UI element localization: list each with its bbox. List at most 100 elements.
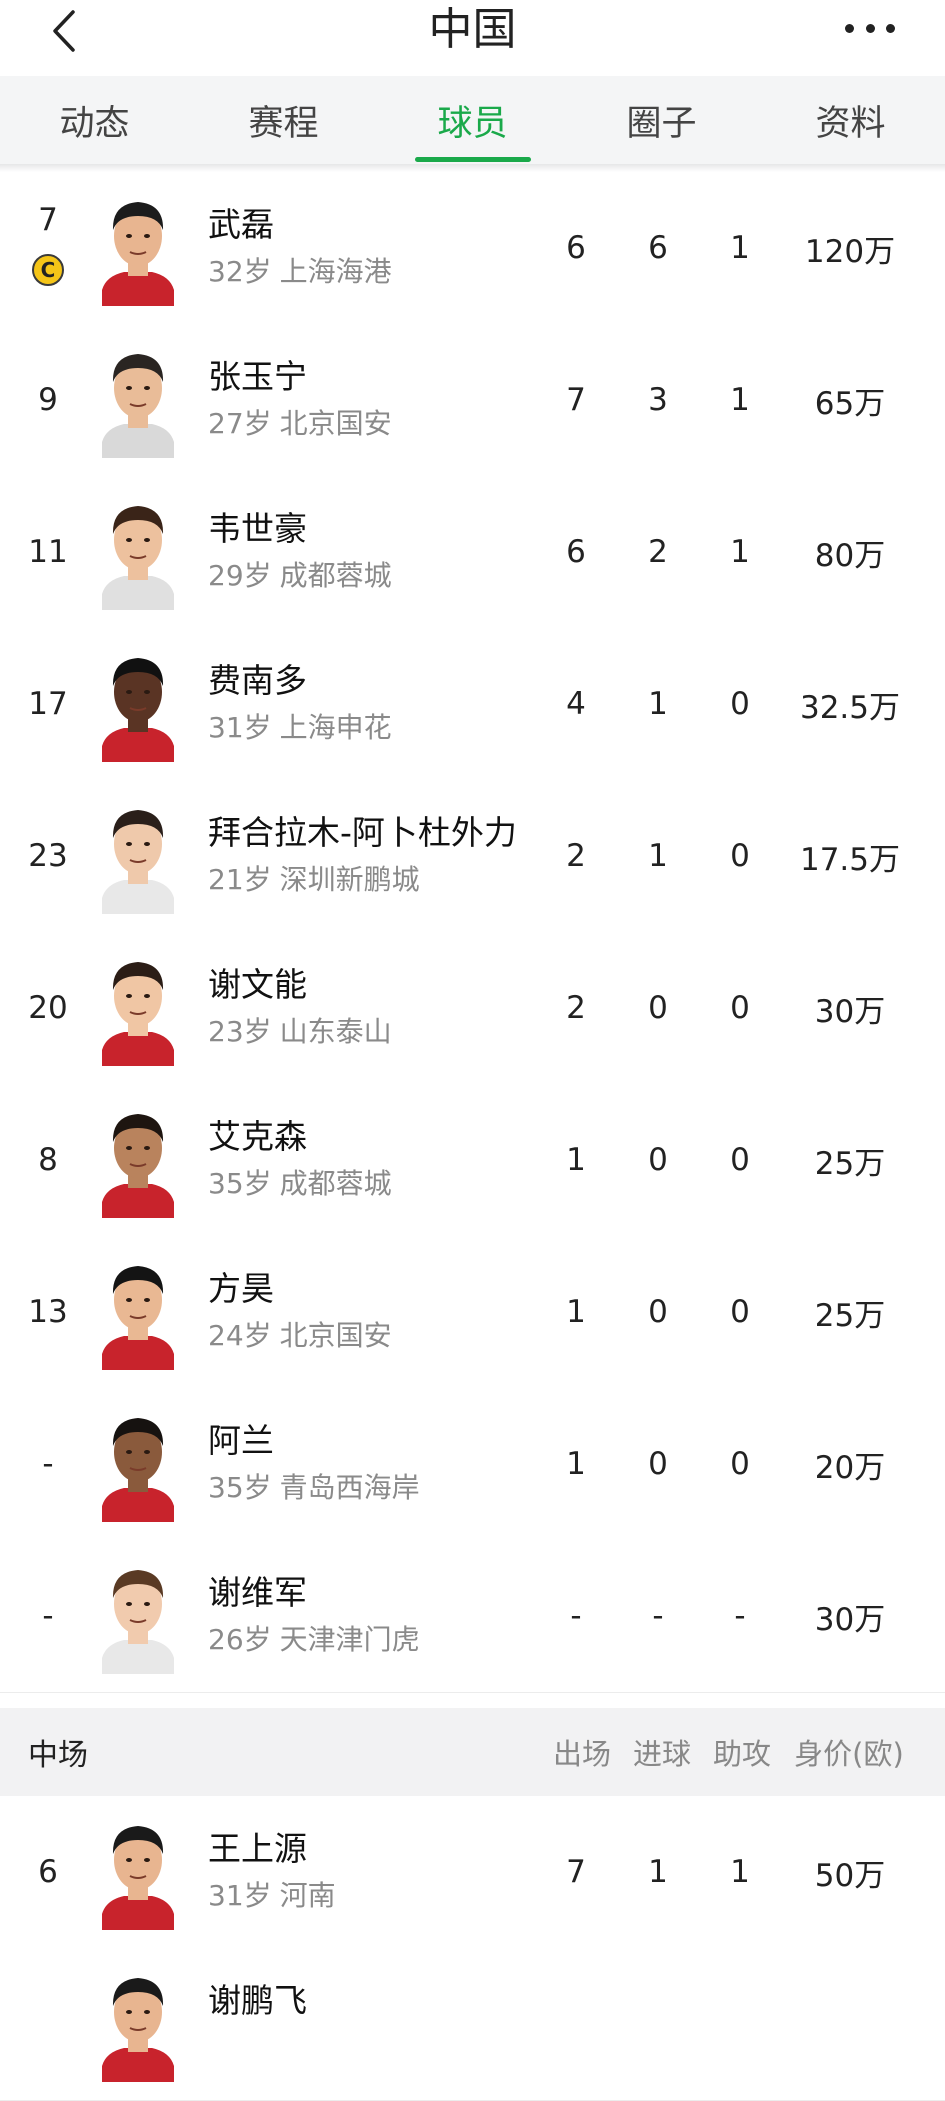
player-age: 29岁 xyxy=(208,559,272,592)
more-button[interactable] xyxy=(845,8,895,48)
stat-assists: 0 xyxy=(730,1142,750,1178)
stat-assists: 1 xyxy=(730,1854,750,1890)
market-value: 120万 xyxy=(804,233,896,270)
tab-bar: 动态 赛程 球员 圈子 资料 xyxy=(0,76,945,164)
player-info: 24岁 北京国安 xyxy=(208,1314,392,1354)
stat-apps: 2 xyxy=(566,990,586,1026)
player-club: 成都蓉城 xyxy=(279,1167,392,1200)
jersey-number: 23 xyxy=(28,838,68,874)
player-age: 31岁 xyxy=(208,1879,272,1912)
player-club: 天津津门虎 xyxy=(279,1623,420,1656)
avatar xyxy=(98,1254,178,1370)
tab-1[interactable]: 赛程 xyxy=(189,76,378,164)
player-club: 北京国安 xyxy=(279,1319,392,1352)
player-row[interactable]: 20 谢文能 23岁 山东泰山 2 0 0 30万 xyxy=(0,932,945,1085)
header-value: 身价(欧) xyxy=(794,1737,904,1771)
tab-3[interactable]: 圈子 xyxy=(567,76,756,164)
jersey-number: 9 xyxy=(38,382,58,418)
stat-goals: - xyxy=(652,1598,664,1634)
player-info xyxy=(208,2026,216,2059)
player-row[interactable]: 8 艾克森 35岁 成都蓉城 1 0 0 25万 xyxy=(0,1084,945,1237)
player-club: 上海海港 xyxy=(279,255,392,288)
player-row[interactable]: 9 张玉宁 27岁 北京国安 7 3 1 65万 xyxy=(0,324,945,477)
avatar xyxy=(98,798,178,914)
stat-apps: 7 xyxy=(566,382,586,418)
player-row[interactable]: 13 方昊 24岁 北京国安 1 0 0 25万 xyxy=(0,1236,945,1389)
player-age: 21岁 xyxy=(208,863,272,896)
player-row[interactable]: 23 拜合拉木-阿卜杜外力 21岁 深圳新鹏城 2 1 0 17.5万 xyxy=(0,780,945,933)
tab-label: 资料 xyxy=(815,103,886,144)
stat-apps: 4 xyxy=(566,686,586,722)
player-row[interactable]: 11 韦世豪 29岁 成都蓉城 6 2 1 80万 xyxy=(0,476,945,629)
avatar xyxy=(98,190,178,306)
avatar xyxy=(98,1814,178,1930)
player-name: 谢文能 xyxy=(208,965,307,1004)
jersey-number: 6 xyxy=(38,1854,58,1890)
market-value: 80万 xyxy=(814,537,886,574)
player-name: 王上源 xyxy=(208,1829,307,1868)
captain-badge-icon: C xyxy=(32,254,64,286)
jersey-number: - xyxy=(42,1598,54,1634)
player-row[interactable]: 6 王上源 31岁 河南 7 1 1 50万 xyxy=(0,1796,945,1949)
stat-assists: 0 xyxy=(730,838,750,874)
stat-goals: 2 xyxy=(648,534,668,570)
tab-label: 赛程 xyxy=(248,103,319,144)
player-row[interactable]: - 谢维军 26岁 天津津门虎 - - - 30万 xyxy=(0,1540,945,1693)
player-club: 山东泰山 xyxy=(279,1015,392,1048)
player-info: 26岁 天津津门虎 xyxy=(208,1618,420,1658)
stat-assists: 0 xyxy=(730,990,750,1026)
player-age: 27岁 xyxy=(208,407,272,440)
avatar xyxy=(98,950,178,1066)
jersey-number: 13 xyxy=(28,1294,68,1330)
stat-assists: 1 xyxy=(730,534,750,570)
header-goals: 进球 xyxy=(632,1737,691,1771)
stat-apps: 6 xyxy=(566,534,586,570)
market-value: 30万 xyxy=(814,1601,886,1638)
stat-goals: 1 xyxy=(648,686,668,722)
stat-goals: 6 xyxy=(648,230,668,266)
market-value: 65万 xyxy=(814,385,886,422)
stat-goals: 3 xyxy=(648,382,668,418)
avatar xyxy=(98,1966,178,2082)
player-age: 35岁 xyxy=(208,1471,272,1504)
market-value: 32.5万 xyxy=(799,689,901,726)
market-value: 25万 xyxy=(814,1297,886,1334)
player-row[interactable]: 谢鹏飞 xyxy=(0,1948,945,2101)
market-value: 20万 xyxy=(814,1449,886,1486)
player-club: 深圳新鹏城 xyxy=(279,863,420,896)
market-value: 25万 xyxy=(814,1145,886,1182)
section-label: 中场 xyxy=(28,1738,88,1773)
player-row[interactable]: 17 费南多 31岁 上海申花 4 1 0 32.5万 xyxy=(0,628,945,781)
tab-2[interactable]: 球员 xyxy=(378,76,567,164)
stat-apps: - xyxy=(570,1598,582,1634)
player-info: 35岁 青岛西海岸 xyxy=(208,1466,420,1506)
player-info: 31岁 上海申花 xyxy=(208,706,392,746)
player-club: 河南 xyxy=(279,1879,336,1912)
player-row[interactable]: - 阿兰 35岁 青岛西海岸 1 0 0 20万 xyxy=(0,1388,945,1541)
tab-0[interactable]: 动态 xyxy=(0,76,189,164)
stat-assists: 0 xyxy=(730,686,750,722)
player-info: 29岁 成都蓉城 xyxy=(208,554,392,594)
player-club: 青岛西海岸 xyxy=(279,1471,420,1504)
stat-apps xyxy=(546,1948,606,2100)
stat-apps: 1 xyxy=(566,1142,586,1178)
player-age: 24岁 xyxy=(208,1319,272,1352)
tab-active-indicator xyxy=(414,157,531,162)
stat-assists xyxy=(710,1948,770,2100)
player-name: 谢鹏飞 xyxy=(208,1981,307,2020)
tab-4[interactable]: 资料 xyxy=(756,76,945,164)
player-club: 上海申花 xyxy=(279,711,392,744)
player-info: 23岁 山东泰山 xyxy=(208,1010,392,1050)
section-header-midfield: 中场 出场 进球 助攻 身价(欧) xyxy=(0,1708,945,1796)
player-name: 武磊 xyxy=(208,205,274,244)
stat-assists: 1 xyxy=(730,230,750,266)
avatar xyxy=(98,494,178,610)
stat-goals: 1 xyxy=(648,1854,668,1890)
tab-label: 动态 xyxy=(59,103,130,144)
player-name: 费南多 xyxy=(208,661,307,700)
player-row[interactable]: 7 C 武磊 32岁 上海海港 6 6 1 120万 xyxy=(0,172,945,325)
market-value: 17.5万 xyxy=(799,841,901,878)
stat-apps: 1 xyxy=(566,1446,586,1482)
more-dots-icon xyxy=(845,23,854,33)
stat-goals: 1 xyxy=(648,838,668,874)
